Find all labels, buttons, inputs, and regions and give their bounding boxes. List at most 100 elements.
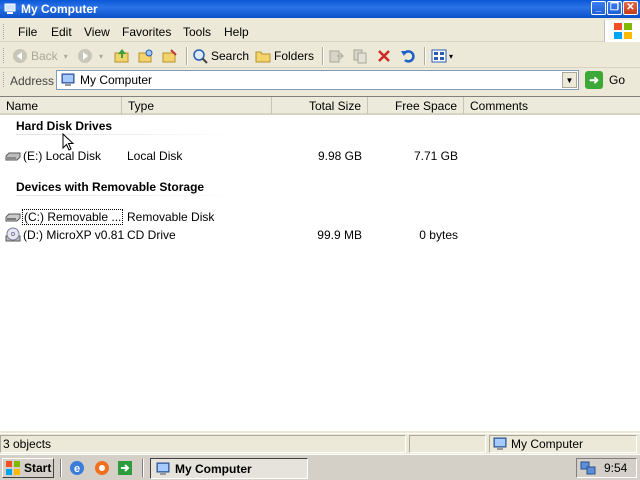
column-header-total-size[interactable]: Total Size	[272, 97, 368, 115]
copy-to-icon	[352, 48, 368, 64]
removable-disk-icon	[5, 209, 21, 225]
drive-free-space: 0 bytes	[419, 228, 458, 242]
status-location-panel: My Computer	[489, 435, 637, 453]
back-label: Back	[31, 49, 58, 63]
cd-drive-icon	[5, 227, 21, 243]
back-dropdown-icon[interactable]: ▾	[64, 52, 68, 61]
address-bar: Address My Computer ▼ ➜ Go	[0, 69, 640, 92]
up-button[interactable]	[114, 47, 130, 65]
address-label: Address	[10, 74, 55, 88]
folder-options-icon	[162, 48, 178, 64]
menu-favorites[interactable]: Favorites	[122, 25, 171, 39]
search-folder-button[interactable]	[138, 47, 154, 65]
group-divider	[16, 134, 242, 135]
media-player-icon[interactable]	[94, 460, 110, 476]
task-label: My Computer	[175, 461, 252, 476]
views-button[interactable]: ▾	[431, 47, 453, 65]
hard-disk-icon	[5, 148, 21, 164]
my-computer-icon	[492, 436, 508, 452]
menu-help[interactable]: Help	[224, 25, 249, 39]
drive-free-space: 7.71 GB	[413, 149, 458, 163]
restore-icon: ❐	[610, 2, 619, 13]
system-tray: 9:54	[576, 458, 637, 478]
toolbar-grip[interactable]	[3, 48, 6, 63]
address-input[interactable]: My Computer ▼	[56, 70, 579, 90]
my-computer-icon	[60, 72, 76, 88]
start-label: Start	[24, 461, 52, 475]
column-header-name[interactable]: Name	[0, 97, 122, 115]
file-list-view[interactable]: Name Type Total Size Free Space Comments…	[0, 96, 640, 431]
forward-dropdown-icon[interactable]: ▾	[99, 52, 103, 61]
go-label: Go	[609, 73, 626, 87]
menu-grip[interactable]	[3, 24, 6, 39]
windows-flag-icon	[604, 20, 640, 42]
list-item[interactable]: (E:) Local Disk Local Disk 9.98 GB 7.71 …	[0, 147, 640, 164]
window-title: My Computer	[21, 2, 98, 16]
search-folder-icon	[138, 48, 154, 64]
delete-button[interactable]	[376, 47, 392, 65]
address-value: My Computer	[80, 73, 153, 87]
menu-edit[interactable]: Edit	[51, 25, 72, 39]
drive-name-cell[interactable]: (C:) Removable ...	[5, 208, 124, 225]
undo-button[interactable]	[400, 47, 416, 65]
address-dropdown-button[interactable]: ▼	[562, 72, 577, 88]
windows-flag-icon	[5, 460, 21, 476]
search-button[interactable]: Search	[192, 47, 249, 65]
views-dropdown-icon[interactable]: ▾	[449, 52, 453, 61]
list-item[interactable]: (C:) Removable ... Removable Disk	[0, 208, 640, 225]
forward-icon	[77, 48, 93, 64]
drive-name-cell[interactable]: (E:) Local Disk	[5, 147, 101, 164]
undo-icon	[400, 48, 416, 64]
search-icon	[192, 48, 208, 64]
restore-button[interactable]: ❐	[607, 1, 622, 15]
column-header-comments[interactable]: Comments	[464, 97, 640, 115]
delete-icon	[376, 48, 392, 64]
ie-icon[interactable]: e	[69, 460, 85, 476]
my-computer-icon	[3, 2, 17, 16]
drive-type: Removable Disk	[127, 210, 215, 224]
back-icon	[12, 48, 28, 64]
group-title-removable-storage: Devices with Removable Storage	[16, 180, 205, 194]
folders-button[interactable]: Folders	[255, 47, 314, 65]
forward-button[interactable]: ▾	[77, 47, 103, 65]
go-button[interactable]: ➜ Go	[585, 70, 625, 90]
list-item[interactable]: (D:) MicroXP v0.81 CD Drive 99.9 MB 0 by…	[0, 226, 640, 243]
views-icon	[431, 48, 447, 64]
search-label: Search	[211, 49, 250, 63]
mouse-cursor-icon	[62, 133, 74, 151]
back-button[interactable]: Back ▾	[12, 47, 68, 65]
column-header-free-space[interactable]: Free Space	[368, 97, 464, 115]
network-icon[interactable]	[580, 460, 596, 476]
status-panel-empty	[409, 435, 486, 453]
start-button[interactable]: Start	[2, 458, 54, 478]
folders-label: Folders	[274, 49, 315, 63]
standard-toolbar: Back ▾ ▾ Search Folders ▾	[0, 44, 640, 68]
go-arrow-icon: ➜	[585, 71, 603, 89]
minimize-icon: _	[595, 2, 602, 13]
close-icon: ✕	[626, 2, 635, 13]
clock[interactable]: 9:54	[604, 461, 627, 475]
show-desktop-icon[interactable]	[117, 460, 133, 476]
address-grip[interactable]	[3, 72, 6, 87]
taskbar-button-my-computer[interactable]: My Computer	[150, 458, 308, 479]
menu-tools[interactable]: Tools	[183, 25, 211, 39]
close-button[interactable]: ✕	[623, 1, 638, 15]
title-bar[interactable]: My Computer _ ❐ ✕	[0, 0, 640, 18]
drive-total-size: 9.98 GB	[317, 149, 362, 163]
up-folder-icon	[114, 48, 130, 64]
drive-name-cell[interactable]: (D:) MicroXP v0.81	[5, 226, 124, 243]
drive-name: (C:) Removable ...	[21, 208, 124, 225]
drive-name: (D:) MicroXP v0.81	[23, 227, 125, 242]
menu-view[interactable]: View	[84, 25, 110, 39]
drive-type: CD Drive	[127, 228, 176, 242]
folder-options-button[interactable]	[162, 47, 178, 65]
move-to-button[interactable]	[328, 47, 344, 65]
column-header-type[interactable]: Type	[122, 97, 272, 115]
taskbar: Start e My Computer 9:54	[0, 454, 640, 480]
minimize-button[interactable]: _	[591, 1, 606, 15]
status-bar: 3 objects My Computer	[0, 433, 640, 453]
move-to-icon	[328, 48, 344, 64]
copy-to-button[interactable]	[352, 47, 368, 65]
group-title-hard-disk-drives: Hard Disk Drives	[16, 119, 113, 133]
menu-file[interactable]: File	[18, 25, 37, 39]
